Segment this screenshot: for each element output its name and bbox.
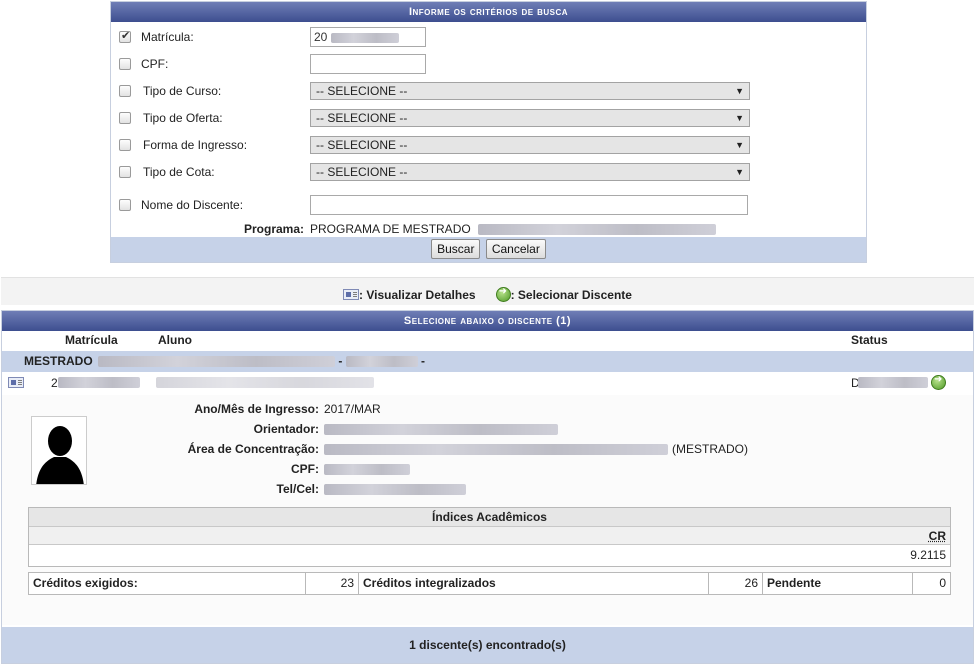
- group-name: MESTRADO: [24, 354, 93, 368]
- form-buttons-bar: Buscar Cancelar: [111, 237, 866, 262]
- cancelar-button[interactable]: Cancelar: [485, 239, 546, 259]
- results-caption: Selecione abaixo o discente (1): [2, 311, 973, 331]
- tipo-cota-label: Tipo de Cota:: [143, 165, 215, 179]
- forma-ingresso-select[interactable]: -- SELECIONE -- ▼: [310, 136, 750, 154]
- student-matricula-redacted: [58, 377, 140, 388]
- student-card-icon[interactable]: [8, 377, 24, 388]
- results-count-footer: 1 discente(s) encontrado(s): [2, 627, 973, 663]
- nome-discente-label: Nome do Discente:: [141, 198, 244, 212]
- matricula-redacted: [330, 32, 399, 43]
- filter-row-nome-discente: Nome do Discente:: [111, 195, 866, 215]
- filter-row-tipo-oferta: Tipo de Oferta: -- SELECIONE -- ▼: [111, 108, 866, 128]
- programa-label: Programa:: [244, 222, 305, 236]
- area-label: Área de Concentração:: [187, 442, 319, 456]
- student-card-icon: [343, 289, 360, 300]
- tel-label: Tel/Cel:: [276, 482, 319, 496]
- column-status: Status: [851, 333, 888, 347]
- student-name-redacted: [156, 377, 374, 388]
- forma-ingresso-checkbox[interactable]: [119, 139, 131, 151]
- dropdown-arrow-icon: ▼: [735, 140, 744, 150]
- ingresso-value: 2017/MAR: [324, 402, 381, 416]
- creditos-exigidos-value: 23: [306, 573, 359, 594]
- column-aluno: Aluno: [158, 333, 192, 347]
- search-criteria-form: Informe os critérios de busca Matrícula:…: [110, 1, 867, 263]
- group-separator: -: [421, 354, 426, 368]
- indices-title: Índices Acadêmicos: [29, 508, 950, 527]
- dropdown-arrow-icon: ▼: [735, 113, 744, 123]
- legend-details-text: : Visualizar Detalhes: [359, 288, 476, 302]
- group-separator: -: [338, 354, 343, 368]
- cpf-checkbox[interactable]: [119, 58, 131, 70]
- results-column-headers: Matrícula Aluno Status: [2, 333, 973, 351]
- filter-row-forma-ingresso: Forma de Ingresso: -- SELECIONE -- ▼: [111, 135, 866, 155]
- filter-row-matricula: Matrícula: 20: [111, 27, 866, 47]
- tipo-oferta-select[interactable]: -- SELECIONE -- ▼: [310, 109, 750, 127]
- tipo-curso-label: Tipo de Curso:: [143, 84, 222, 98]
- matricula-value: 20: [314, 30, 328, 44]
- creditos-integralizados-value: 26: [709, 573, 763, 594]
- creditos-integralizados-label: Créditos integralizados: [359, 573, 709, 594]
- cr-header: CR: [29, 527, 950, 545]
- cpf-detail-label: CPF:: [291, 462, 319, 476]
- group-name-redacted: [98, 356, 336, 368]
- filter-row-tipo-curso: Tipo de Curso: -- SELECIONE -- ▼: [111, 81, 866, 101]
- buscar-button[interactable]: Buscar: [431, 239, 481, 259]
- forma-ingresso-selected: -- SELECIONE --: [316, 138, 408, 152]
- tel-redacted: [324, 484, 466, 495]
- credits-table: Créditos exigidos: 23 Créditos integrali…: [28, 572, 951, 595]
- icon-legend: : Visualizar Detalhes : Selecionar Disce…: [1, 277, 974, 305]
- dropdown-arrow-icon: ▼: [735, 167, 744, 177]
- orientador-label: Orientador:: [253, 422, 319, 436]
- academic-indices-table: Índices Acadêmicos CR 9.2115: [28, 507, 951, 567]
- program-group-row: MESTRADO - -: [2, 351, 973, 372]
- legend-select-text: : Selecionar Discente: [510, 288, 632, 302]
- area-suffix: (MESTRADO): [672, 442, 748, 456]
- student-details: Ano/Mês de Ingresso: 2017/MAR Orientador…: [2, 395, 973, 625]
- area-redacted: [324, 444, 668, 455]
- student-photo: [31, 416, 87, 485]
- search-form-caption: Informe os critérios de busca: [111, 2, 866, 22]
- creditos-exigidos-label: Créditos exigidos:: [29, 573, 306, 594]
- pendente-value: 0: [939, 576, 946, 590]
- matricula-checkbox[interactable]: [119, 29, 131, 43]
- tipo-curso-selected: -- SELECIONE --: [316, 84, 408, 98]
- cpf-detail-redacted: [324, 464, 410, 475]
- nome-discente-checkbox[interactable]: [119, 199, 131, 211]
- orientador-redacted: [324, 424, 558, 435]
- select-student-icon[interactable]: [931, 374, 946, 390]
- tipo-oferta-checkbox[interactable]: [119, 112, 131, 124]
- cr-value: 9.2115: [29, 545, 950, 566]
- ingresso-label: Ano/Mês de Ingresso:: [194, 402, 319, 416]
- matricula-label: Matrícula:: [141, 30, 194, 44]
- tipo-cota-selected: -- SELECIONE --: [316, 165, 408, 179]
- forma-ingresso-label: Forma de Ingresso:: [143, 138, 248, 152]
- person-silhouette-icon: [32, 417, 86, 484]
- tipo-oferta-label: Tipo de Oferta:: [143, 111, 223, 125]
- cpf-label: CPF:: [141, 57, 169, 71]
- cpf-input[interactable]: [310, 54, 426, 74]
- filter-row-tipo-cota: Tipo de Cota: -- SELECIONE -- ▼: [111, 162, 866, 182]
- tipo-curso-select[interactable]: -- SELECIONE -- ▼: [310, 82, 750, 100]
- matricula-input[interactable]: 20: [310, 27, 426, 47]
- cr-label: CR: [928, 529, 946, 543]
- student-matricula: 2: [51, 376, 58, 390]
- tipo-oferta-selected: -- SELECIONE --: [316, 111, 408, 125]
- tipo-curso-checkbox[interactable]: [119, 85, 131, 97]
- dropdown-arrow-icon: ▼: [735, 86, 744, 96]
- filter-row-cpf: CPF:: [111, 54, 866, 74]
- column-matricula: Matrícula: [65, 333, 118, 347]
- programa-redacted: [478, 224, 716, 235]
- tipo-cota-checkbox[interactable]: [119, 166, 131, 178]
- nome-discente-input[interactable]: [310, 195, 748, 215]
- pendente-label: Pendente: [763, 573, 913, 594]
- green-arrow-icon: [495, 286, 511, 302]
- student-row: 2 D: [2, 372, 973, 394]
- tipo-cota-select[interactable]: -- SELECIONE -- ▼: [310, 163, 750, 181]
- programa-value: PROGRAMA DE MESTRADO: [310, 222, 471, 236]
- student-status-redacted: [858, 377, 928, 388]
- results-panel: Selecione abaixo o discente (1) Matrícul…: [1, 310, 974, 664]
- group-code-redacted: [345, 356, 418, 368]
